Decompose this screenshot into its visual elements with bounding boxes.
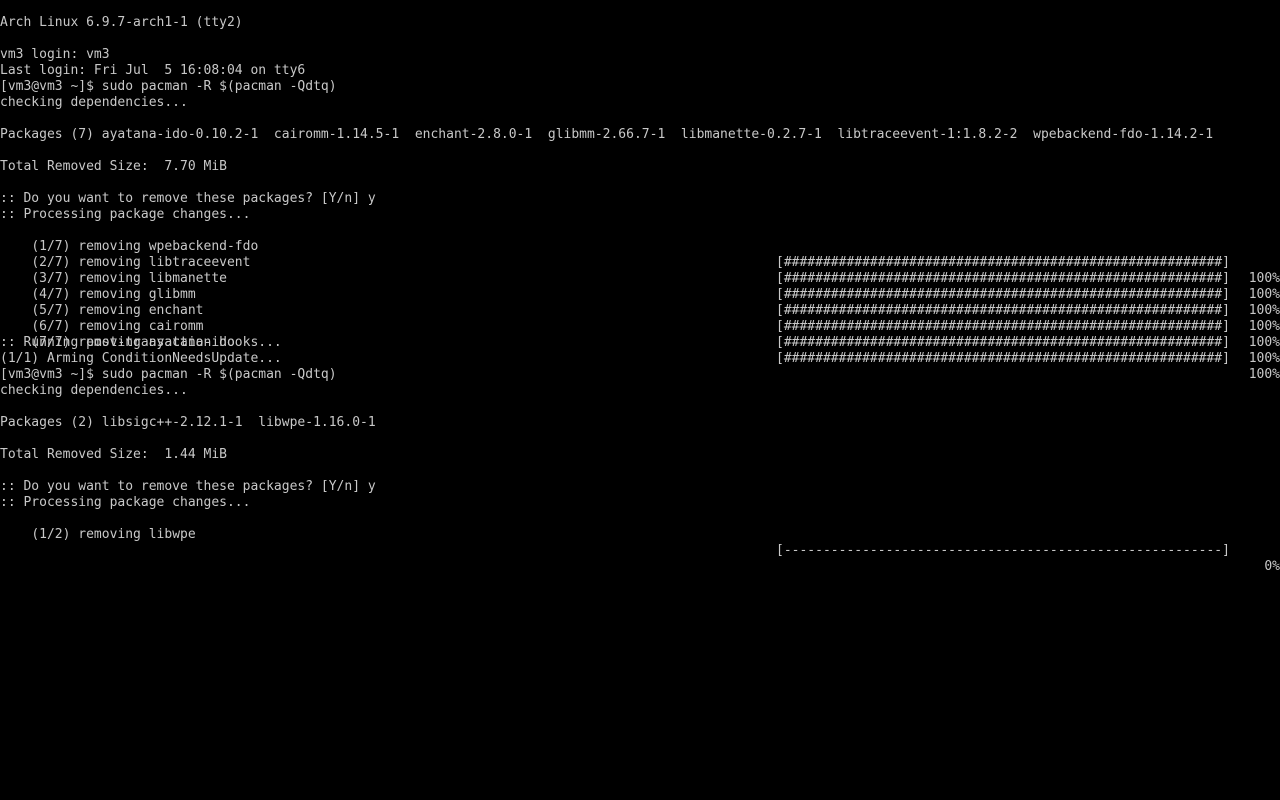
- shell-prompt-command: [vm3@vm3 ~]$ sudo pacman -R $(pacman -Qd…: [0, 367, 337, 382]
- last-login-line: Last login: Fri Jul 5 16:08:04 on tty6: [0, 63, 306, 78]
- progress-bar: [---------------------------------------…: [776, 543, 1230, 558]
- output-line: :: Running post-transaction hooks...: [0, 335, 282, 350]
- output-line: :: Processing package changes...: [0, 495, 251, 510]
- total-removed-size-line: Total Removed Size: 7.70 MiB: [0, 159, 227, 174]
- removal-progress-row: (2/7) removing libtraceevent [##########…: [0, 239, 1280, 302]
- login-line: vm3 login: vm3: [0, 47, 110, 62]
- progress-percent: 0%: [1264, 559, 1280, 574]
- output-line: (1/1) Arming ConditionNeedsUpdate...: [0, 351, 282, 366]
- removal-progress-row: (3/7) removing libmanette [#############…: [0, 255, 1280, 318]
- packages-list-line: Packages (2) libsigc++-2.12.1-1 libwpe-1…: [0, 415, 376, 430]
- confirm-prompt-line: :: Do you want to remove these packages?…: [0, 479, 376, 494]
- shell-prompt-command: [vm3@vm3 ~]$ sudo pacman -R $(pacman -Qd…: [0, 79, 337, 94]
- output-line: checking dependencies...: [0, 383, 188, 398]
- packages-list-line: Packages (7) ayatana-ido-0.10.2-1 cairom…: [0, 127, 1214, 142]
- removal-progress-row: (5/7) removing enchant [################…: [0, 287, 1280, 350]
- removal-progress-row: (6/7) removing cairomm [################…: [0, 303, 1280, 366]
- total-removed-size-line: Total Removed Size: 1.44 MiB: [0, 447, 227, 462]
- output-line: :: Processing package changes...: [0, 207, 251, 222]
- confirm-prompt-line: :: Do you want to remove these packages?…: [0, 191, 376, 206]
- removal-progress-row: (7/7) removing ayatana-ido [############…: [0, 319, 1280, 382]
- tty-console[interactable]: Arch Linux 6.9.7-arch1-1 (tty2) vm3 logi…: [0, 0, 1280, 800]
- removal-progress-row: (1/7) removing wpebackend-fdo [#########…: [0, 223, 1280, 286]
- removal-step-label: (1/2) removing libwpe: [31, 527, 196, 542]
- console-banner: Arch Linux 6.9.7-arch1-1 (tty2): [0, 15, 243, 30]
- removal-progress-row: (1/2) removing libwpe [-----------------…: [0, 511, 1280, 574]
- output-line: checking dependencies...: [0, 95, 188, 110]
- removal-progress-row: (4/7) removing glibmm [#################…: [0, 271, 1280, 334]
